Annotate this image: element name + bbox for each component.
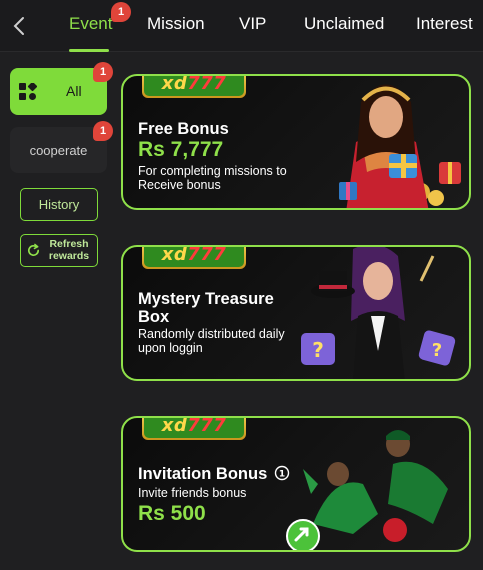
refresh-rewards-button[interactable]: Refresh rewards [20,234,98,267]
xd777-logo: xd 777 [142,247,246,269]
cricket-players-illustration [286,430,448,550]
xd777-logo: xd 777 [142,76,246,98]
banner-title: Free Bonus [138,120,229,138]
refresh-label: Refresh rewards [48,238,90,262]
tab-event[interactable]: Event [69,14,112,34]
history-button[interactable]: History [20,188,98,221]
notification-badge: 1 [111,2,131,22]
bonus-amount: Rs 7,777 [138,138,224,161]
banner-description: For completing missions to Receive bonus [138,164,287,192]
banner-description: Invite friends bonus [138,486,247,500]
svg-text:?: ? [312,338,324,362]
top-tab-bar: Event 1 Mission VIP Unclaimed Interest [0,0,483,52]
tab-vip[interactable]: VIP [239,14,266,34]
xd777-logo: xd 777 [142,418,246,440]
svg-text:?: ? [432,340,442,361]
banner-title: Mystery Treasure Box [138,290,274,326]
banner-title: Invitation Bonus 1 [138,465,290,483]
notification-badge: 1 [93,121,113,141]
active-tab-indicator [69,49,109,52]
free-bonus-banner[interactable]: xd 777 Free Bonus Rs 7,777 For completing… [121,74,471,210]
bonus-amount: Rs 500 [138,502,206,525]
sidebar-item-label: All [66,83,82,99]
tab-mission[interactable]: Mission [147,14,205,34]
category-grid-icon [19,83,37,100]
mystery-box-banner[interactable]: xd 777 Mystery Treasure Box Randomly dist… [121,245,471,381]
refresh-icon [27,243,40,257]
woman-with-gift-illustration [339,84,461,208]
back-icon[interactable] [8,12,30,40]
notification-badge: 1 [93,62,113,82]
tab-unclaimed[interactable]: Unclaimed [304,14,384,34]
magician-with-mystery-box-illustration: ? ? [301,247,456,379]
sidebar-item-label: cooperate [29,143,88,158]
tab-interest[interactable]: Interest [416,14,473,34]
invitation-bonus-banner[interactable]: xd 777 Invitation Bonus 1 Invite friends … [121,416,471,552]
banner-description: Randomly distributed daily upon loggin [138,327,285,355]
